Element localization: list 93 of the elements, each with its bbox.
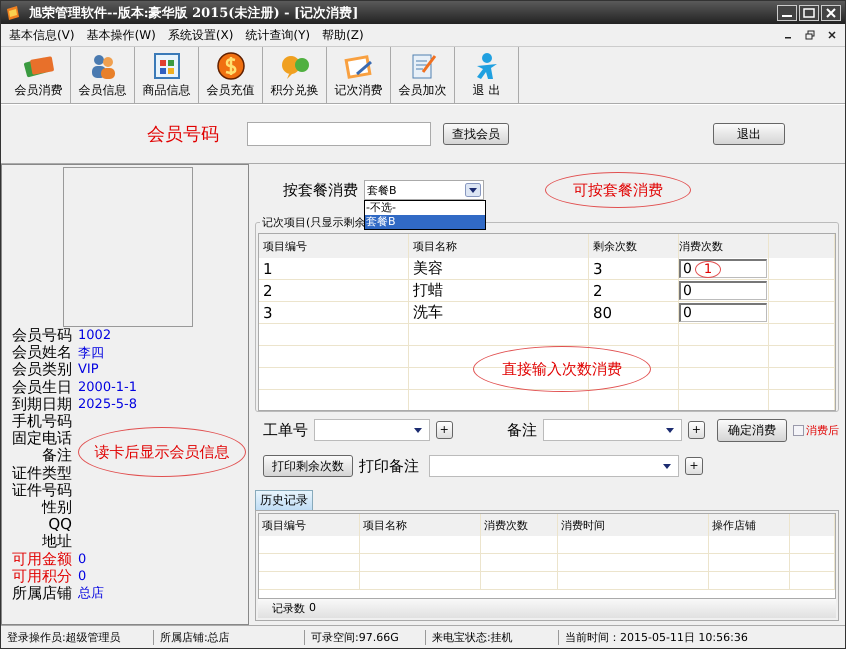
dropdown-option[interactable]: -不选- xyxy=(365,201,485,215)
field-label: 固定电话 xyxy=(11,430,72,448)
field-label: 会员生日 xyxy=(11,378,72,396)
find-member-button[interactable]: 查找会员 xyxy=(443,123,509,145)
field-label: 手机号码 xyxy=(11,413,72,430)
dropdown-option[interactable]: 套餐B xyxy=(365,215,485,229)
add-button[interactable]: + xyxy=(685,457,703,475)
field-label: 可用金额 xyxy=(11,550,72,568)
toolbar-button[interactable]: 会员消费 xyxy=(7,47,71,103)
field-label: 可用积分 xyxy=(11,568,72,585)
status-text: 当前时间：2015-05-11日 10:56:36 xyxy=(564,630,749,644)
column-header: 项目编号 xyxy=(259,234,409,258)
field-label: QQ xyxy=(47,516,72,534)
field-label: 所属店铺 xyxy=(11,584,72,602)
field-label: 到期日期 xyxy=(11,396,72,413)
table-cell: 美容 xyxy=(409,258,589,279)
add-button[interactable]: + xyxy=(688,421,706,439)
window-title: 旭荣管理软件--版本:豪华版 2015(未注册) - [记次消费] xyxy=(29,4,358,22)
menu-item[interactable]: 统计查询(Y) xyxy=(245,26,310,44)
field-value: 0 xyxy=(78,568,86,584)
print-remaining-button[interactable]: 打印剩余次数 xyxy=(263,455,353,477)
column-header: 消费时间 xyxy=(558,514,709,536)
dropdown-arrow-icon xyxy=(662,464,672,470)
record-count: 0 xyxy=(309,601,316,616)
work-order-label: 工单号 xyxy=(263,420,308,440)
member-number-field[interactable] xyxy=(247,122,431,146)
column-header: 剩余次数 xyxy=(589,234,679,258)
toolbar-button[interactable]: 记次消费 xyxy=(327,47,391,103)
annotation-ellipse: 可按套餐消费 xyxy=(545,172,691,208)
add-button[interactable]: + xyxy=(436,421,453,439)
status-text: 登录操作员:超级管理员 xyxy=(1,630,154,644)
member-number-label: 会员号码 xyxy=(147,123,219,146)
field-label: 会员号码 xyxy=(11,327,72,344)
column-header: 消费次数 xyxy=(679,234,769,258)
table-cell: 打蜡 xyxy=(409,280,589,301)
column-header: 项目编号 xyxy=(259,514,360,536)
table-cell: 1 xyxy=(259,258,409,279)
menu-item[interactable]: 基本操作(W) xyxy=(86,26,156,44)
history-tab[interactable]: 历史记录 xyxy=(255,490,313,510)
annotation-ellipse: 直接输入次数消费 xyxy=(473,346,651,392)
status-text: 所属店铺:总店 xyxy=(154,630,305,644)
toolbar-button[interactable]: 积分兑换 xyxy=(263,47,327,103)
restore-icon[interactable] xyxy=(805,30,815,40)
field-label: 会员类别 xyxy=(11,361,72,378)
column-header: 项目名称 xyxy=(360,514,481,536)
annotation-circle: 1 xyxy=(695,261,721,278)
dropdown-arrow-icon xyxy=(412,428,423,434)
app-icon xyxy=(5,4,21,20)
close-icon[interactable] xyxy=(827,30,837,40)
field-label: 地址 xyxy=(41,533,72,550)
column-header: 操作店铺 xyxy=(709,514,790,536)
toolbar-button[interactable]: 会员充值 xyxy=(199,47,263,103)
toolbar-button[interactable]: 商品信息 xyxy=(135,47,199,103)
table-cell: 洗车 xyxy=(409,302,589,323)
field-label: 证件号码 xyxy=(11,482,72,499)
field-value: 总店 xyxy=(78,585,104,602)
menu-item[interactable]: 系统设置(X) xyxy=(168,26,234,44)
confirm-consume-button[interactable]: 确定消费 xyxy=(717,418,788,442)
field-value: 2000-1-1 xyxy=(78,380,138,395)
status-text: 可录空间:97.66G xyxy=(305,630,426,644)
consume-count-field[interactable]: 0 1 xyxy=(679,259,767,278)
toolbar-button[interactable]: 会员信息 xyxy=(71,47,135,103)
coin-icon xyxy=(214,52,246,80)
field-value: 2025-5-8 xyxy=(78,396,138,412)
status-text: 来电宝状态:挂机 xyxy=(426,630,559,644)
field-value: 0 xyxy=(78,552,86,567)
remark-label: 备注 xyxy=(506,420,537,440)
consume-count-field[interactable]: 0 xyxy=(679,303,767,322)
maximize-icon[interactable] xyxy=(799,4,819,20)
menu-item[interactable]: 基本信息(V) xyxy=(9,26,75,44)
field-label: 性别 xyxy=(40,498,72,516)
minimize-icon[interactable] xyxy=(777,4,797,20)
consume-count-field[interactable]: 0 xyxy=(679,281,767,300)
dropdown-arrow-icon xyxy=(664,428,675,434)
field-value: VIP xyxy=(78,362,99,378)
field-label: 会员姓名 xyxy=(11,344,72,362)
record-count-label: 记录数 xyxy=(272,601,305,616)
annotation-ellipse: 读卡后显示会员信息 xyxy=(78,427,246,477)
field-value: 李四 xyxy=(78,344,104,362)
field-label: 证件类型 xyxy=(11,464,72,482)
print-remark-label: 打印备注 xyxy=(359,456,419,476)
field-label: 备注 xyxy=(41,447,72,464)
column-header: 项目名称 xyxy=(409,234,589,258)
field-value: 1002 xyxy=(78,328,112,344)
table-cell: 3 xyxy=(259,302,409,323)
after-consume-checkbox[interactable]: 消费后 xyxy=(793,422,840,438)
menu-item[interactable]: 帮助(Z) xyxy=(322,26,364,44)
toolbar-button[interactable]: 会员加次 xyxy=(391,47,455,103)
toolbar-button[interactable]: 退 出 xyxy=(455,47,519,103)
package-label: 按套餐消费 xyxy=(283,180,358,200)
table-cell: 2 xyxy=(259,280,409,301)
column-header: 消费次数 xyxy=(481,514,558,536)
exit-button[interactable]: 退出 xyxy=(713,123,785,145)
